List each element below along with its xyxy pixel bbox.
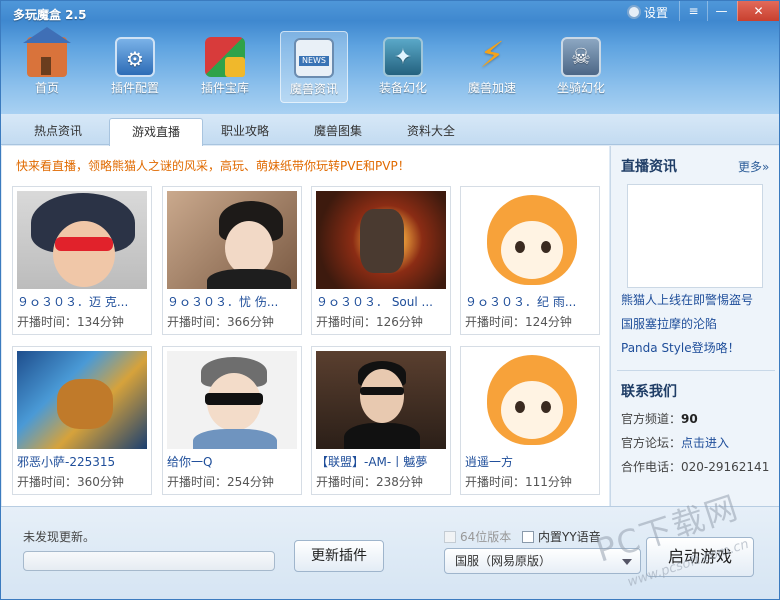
stream-thumbnail[interactable] bbox=[316, 351, 446, 449]
cat-avatar-icon bbox=[487, 195, 577, 285]
checkbox-yy-voice-box[interactable] bbox=[522, 530, 534, 543]
news-link[interactable]: 熊猫人上线在即警惕盗号 bbox=[621, 291, 753, 308]
stream-card[interactable]: 逍遥一方 开播时间：111分钟 bbox=[460, 346, 600, 495]
toolbar-speed[interactable]: 魔兽加速 bbox=[458, 31, 526, 103]
tab-game-live[interactable]: 游戏直播 bbox=[109, 118, 203, 146]
footer-bar: 未发现更新。 更新插件 64位版本 内置YY语音 国服（网易原版） 启动游戏 bbox=[1, 506, 779, 599]
promo-text: 快来看直播，领略熊猫人之谜的风采，高玩、萌妹纸带你玩转PVE和PVP！ bbox=[16, 159, 410, 173]
update-status: 未发现更新。 bbox=[23, 530, 96, 544]
divider bbox=[617, 370, 775, 371]
stream-thumbnail[interactable] bbox=[465, 351, 595, 449]
checkbox-yy-voice[interactable]: 内置YY语音 bbox=[522, 528, 601, 545]
toolbar-plugin-store-label: 插件宝库 bbox=[200, 81, 249, 95]
stream-title[interactable]: 邪恶小萨-225315 bbox=[17, 453, 149, 470]
toolbar-news[interactable]: 魔兽资讯 bbox=[280, 31, 348, 103]
header-toolbar: 多玩魔盒 2.5 设置 ≡ — ✕ 首页 插件配置 插件宝库 魔兽资讯 装备幻化 bbox=[1, 1, 779, 114]
stream-title[interactable]: 逍遥一方 bbox=[465, 453, 597, 470]
stream-time: 开播时间：134分钟 bbox=[17, 315, 124, 329]
update-plugins-button[interactable]: 更新插件 bbox=[294, 540, 384, 572]
toolbar-equipment[interactable]: 装备幻化 bbox=[369, 31, 437, 103]
stream-card[interactable]: ９ｏ３０３．忧 伤... 开播时间：366分钟 bbox=[162, 186, 302, 335]
server-select[interactable]: 国服（网易原版） bbox=[444, 548, 641, 574]
stream-title[interactable]: 【联盟】-AM-丨魆夢 bbox=[316, 453, 448, 470]
stream-thumbnail[interactable] bbox=[167, 351, 297, 449]
toolbar-home[interactable]: 首页 bbox=[13, 27, 81, 103]
update-progress-bar bbox=[23, 551, 275, 571]
equipment-icon bbox=[383, 37, 423, 77]
stream-thumbnail[interactable] bbox=[316, 191, 446, 289]
stream-title[interactable]: ９ｏ３０３．忧 伤... bbox=[167, 293, 299, 310]
contact-title: 联系我们 bbox=[621, 384, 677, 400]
tab-class-guide[interactable]: 职业攻略 bbox=[198, 118, 292, 145]
lightning-icon bbox=[472, 35, 512, 77]
toolbar-plugin-config[interactable]: 插件配置 bbox=[101, 31, 169, 103]
stream-title[interactable]: ９ｏ３０３． Soul ... bbox=[316, 293, 448, 310]
stream-time: 开播时间：124分钟 bbox=[465, 315, 572, 329]
forum-link[interactable]: 点击进入 bbox=[681, 436, 729, 450]
plugin-config-icon bbox=[115, 37, 155, 77]
stream-title[interactable]: ９ｏ３０３．迈 克... bbox=[17, 293, 149, 310]
toolbar-news-label: 魔兽资讯 bbox=[289, 82, 338, 96]
contact-forum: 官方论坛：点击进入 bbox=[621, 436, 730, 450]
live-stream-panel: 快来看直播，领略熊猫人之谜的风采，高玩、萌妹纸带你玩转PVE和PVP！ ９ｏ３０… bbox=[2, 146, 609, 506]
contact-phone: 合作电话：020-29162141 bbox=[621, 460, 770, 474]
toolbar-plugin-store[interactable]: 插件宝库 bbox=[191, 31, 259, 103]
stream-time: 开播时间：366分钟 bbox=[167, 315, 274, 329]
stream-thumbnail[interactable] bbox=[167, 191, 297, 289]
chevron-down-icon bbox=[622, 559, 632, 565]
gear-icon bbox=[627, 5, 641, 19]
live-news-title: 直播资讯 bbox=[621, 159, 677, 175]
stream-card[interactable]: 【联盟】-AM-丨魆夢 开播时间：238分钟 bbox=[311, 346, 451, 495]
checkbox-64bit[interactable]: 64位版本 bbox=[444, 528, 511, 545]
side-panel: 直播资讯 更多» 熊猫人上线在即警惕盗号 国服塞拉摩的沦陷 Panda Styl… bbox=[610, 146, 779, 506]
stream-thumbnail[interactable] bbox=[17, 191, 147, 289]
toolbar-mount[interactable]: 坐骑幻化 bbox=[547, 31, 615, 103]
stream-time: 开播时间：111分钟 bbox=[465, 475, 572, 489]
plugin-store-icon bbox=[205, 37, 245, 77]
house-icon bbox=[23, 27, 71, 77]
stream-time: 开播时间：126分钟 bbox=[316, 315, 423, 329]
stream-title[interactable]: ９ｏ３０３．纪 雨... bbox=[465, 293, 597, 310]
subtab-bar: 热点资讯 游戏直播 职业攻略 魔兽图集 资料大全 bbox=[1, 114, 779, 146]
settings-button[interactable]: 设置 bbox=[627, 3, 668, 21]
tab-hot-news[interactable]: 热点资讯 bbox=[11, 118, 105, 145]
mount-icon bbox=[561, 37, 601, 77]
stream-title[interactable]: 给你一Q bbox=[167, 453, 299, 470]
app-window: 多玩魔盒 2.5 设置 ≡ — ✕ 首页 插件配置 插件宝库 魔兽资讯 装备幻化 bbox=[0, 0, 780, 600]
start-game-button[interactable]: 启动游戏 bbox=[646, 537, 754, 577]
news-icon bbox=[294, 38, 334, 78]
toolbar-equipment-label: 装备幻化 bbox=[378, 81, 427, 95]
more-link[interactable]: 更多» bbox=[738, 158, 769, 175]
tab-database[interactable]: 资料大全 bbox=[384, 118, 478, 145]
close-button[interactable]: ✕ bbox=[737, 1, 779, 21]
stream-card[interactable]: 给你一Q 开播时间：254分钟 bbox=[162, 346, 302, 495]
minimize-button[interactable]: — bbox=[707, 1, 735, 21]
stream-card[interactable]: ９ｏ３０３． Soul ... 开播时间：126分钟 bbox=[311, 186, 451, 335]
menu-button[interactable]: ≡ bbox=[679, 1, 707, 21]
stream-time: 开播时间：254分钟 bbox=[167, 475, 274, 489]
news-link[interactable]: Panda Style登场咯！ bbox=[621, 339, 740, 356]
toolbar-plugin-config-label: 插件配置 bbox=[110, 81, 159, 95]
live-news-preview bbox=[627, 184, 763, 288]
toolbar-speed-label: 魔兽加速 bbox=[467, 81, 516, 95]
app-title: 多玩魔盒 2.5 bbox=[13, 8, 87, 22]
toolbar-mount-label: 坐骑幻化 bbox=[556, 81, 605, 95]
settings-label: 设置 bbox=[644, 5, 669, 20]
stream-thumbnail[interactable] bbox=[465, 191, 595, 289]
checkbox-64bit-box[interactable] bbox=[444, 530, 456, 543]
contact-channel: 官方频道：90 bbox=[621, 412, 698, 426]
toolbar-home-label: 首页 bbox=[34, 81, 59, 95]
stream-thumbnail[interactable] bbox=[17, 351, 147, 449]
stream-card[interactable]: ９ｏ３０３．迈 克... 开播时间：134分钟 bbox=[12, 186, 152, 335]
stream-time: 开播时间：238分钟 bbox=[316, 475, 423, 489]
cat-avatar-icon bbox=[487, 355, 577, 445]
news-link[interactable]: 国服塞拉摩的沦陷 bbox=[621, 315, 717, 332]
tab-wow-gallery[interactable]: 魔兽图集 bbox=[291, 118, 385, 145]
stream-time: 开播时间：360分钟 bbox=[17, 475, 124, 489]
stream-card[interactable]: 邪恶小萨-225315 开播时间：360分钟 bbox=[12, 346, 152, 495]
stream-card[interactable]: ９ｏ３０３．纪 雨... 开播时间：124分钟 bbox=[460, 186, 600, 335]
